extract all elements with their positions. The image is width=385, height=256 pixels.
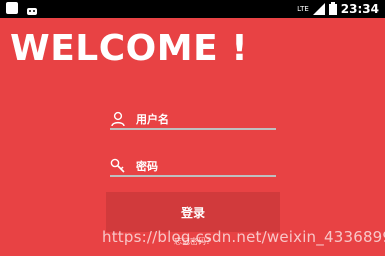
username-field[interactable]: 用户名: [110, 110, 276, 130]
user-icon: [110, 111, 126, 127]
signal-icon: [312, 0, 325, 19]
battery-icon: [328, 0, 337, 19]
status-bar-left: [6, 2, 38, 21]
watermark-text: https://blog.csdn.net/weixin_43368992: [102, 228, 385, 246]
status-bar: LTE 23:34: [0, 0, 385, 18]
status-time: 23:34: [340, 2, 379, 16]
login-button-label: 登录: [180, 205, 205, 220]
welcome-title: WELCOME !: [10, 28, 249, 69]
notification-icon: [6, 2, 18, 14]
status-bar-right: LTE 23:34: [297, 0, 379, 18]
network-type-label: LTE: [297, 4, 309, 13]
login-button[interactable]: 登录: [106, 192, 280, 232]
password-field[interactable]: 密码: [110, 157, 276, 177]
key-icon: [110, 158, 126, 174]
username-placeholder: 用户名: [136, 113, 169, 126]
android-icon: [26, 2, 38, 21]
password-placeholder: 密码: [136, 160, 158, 173]
